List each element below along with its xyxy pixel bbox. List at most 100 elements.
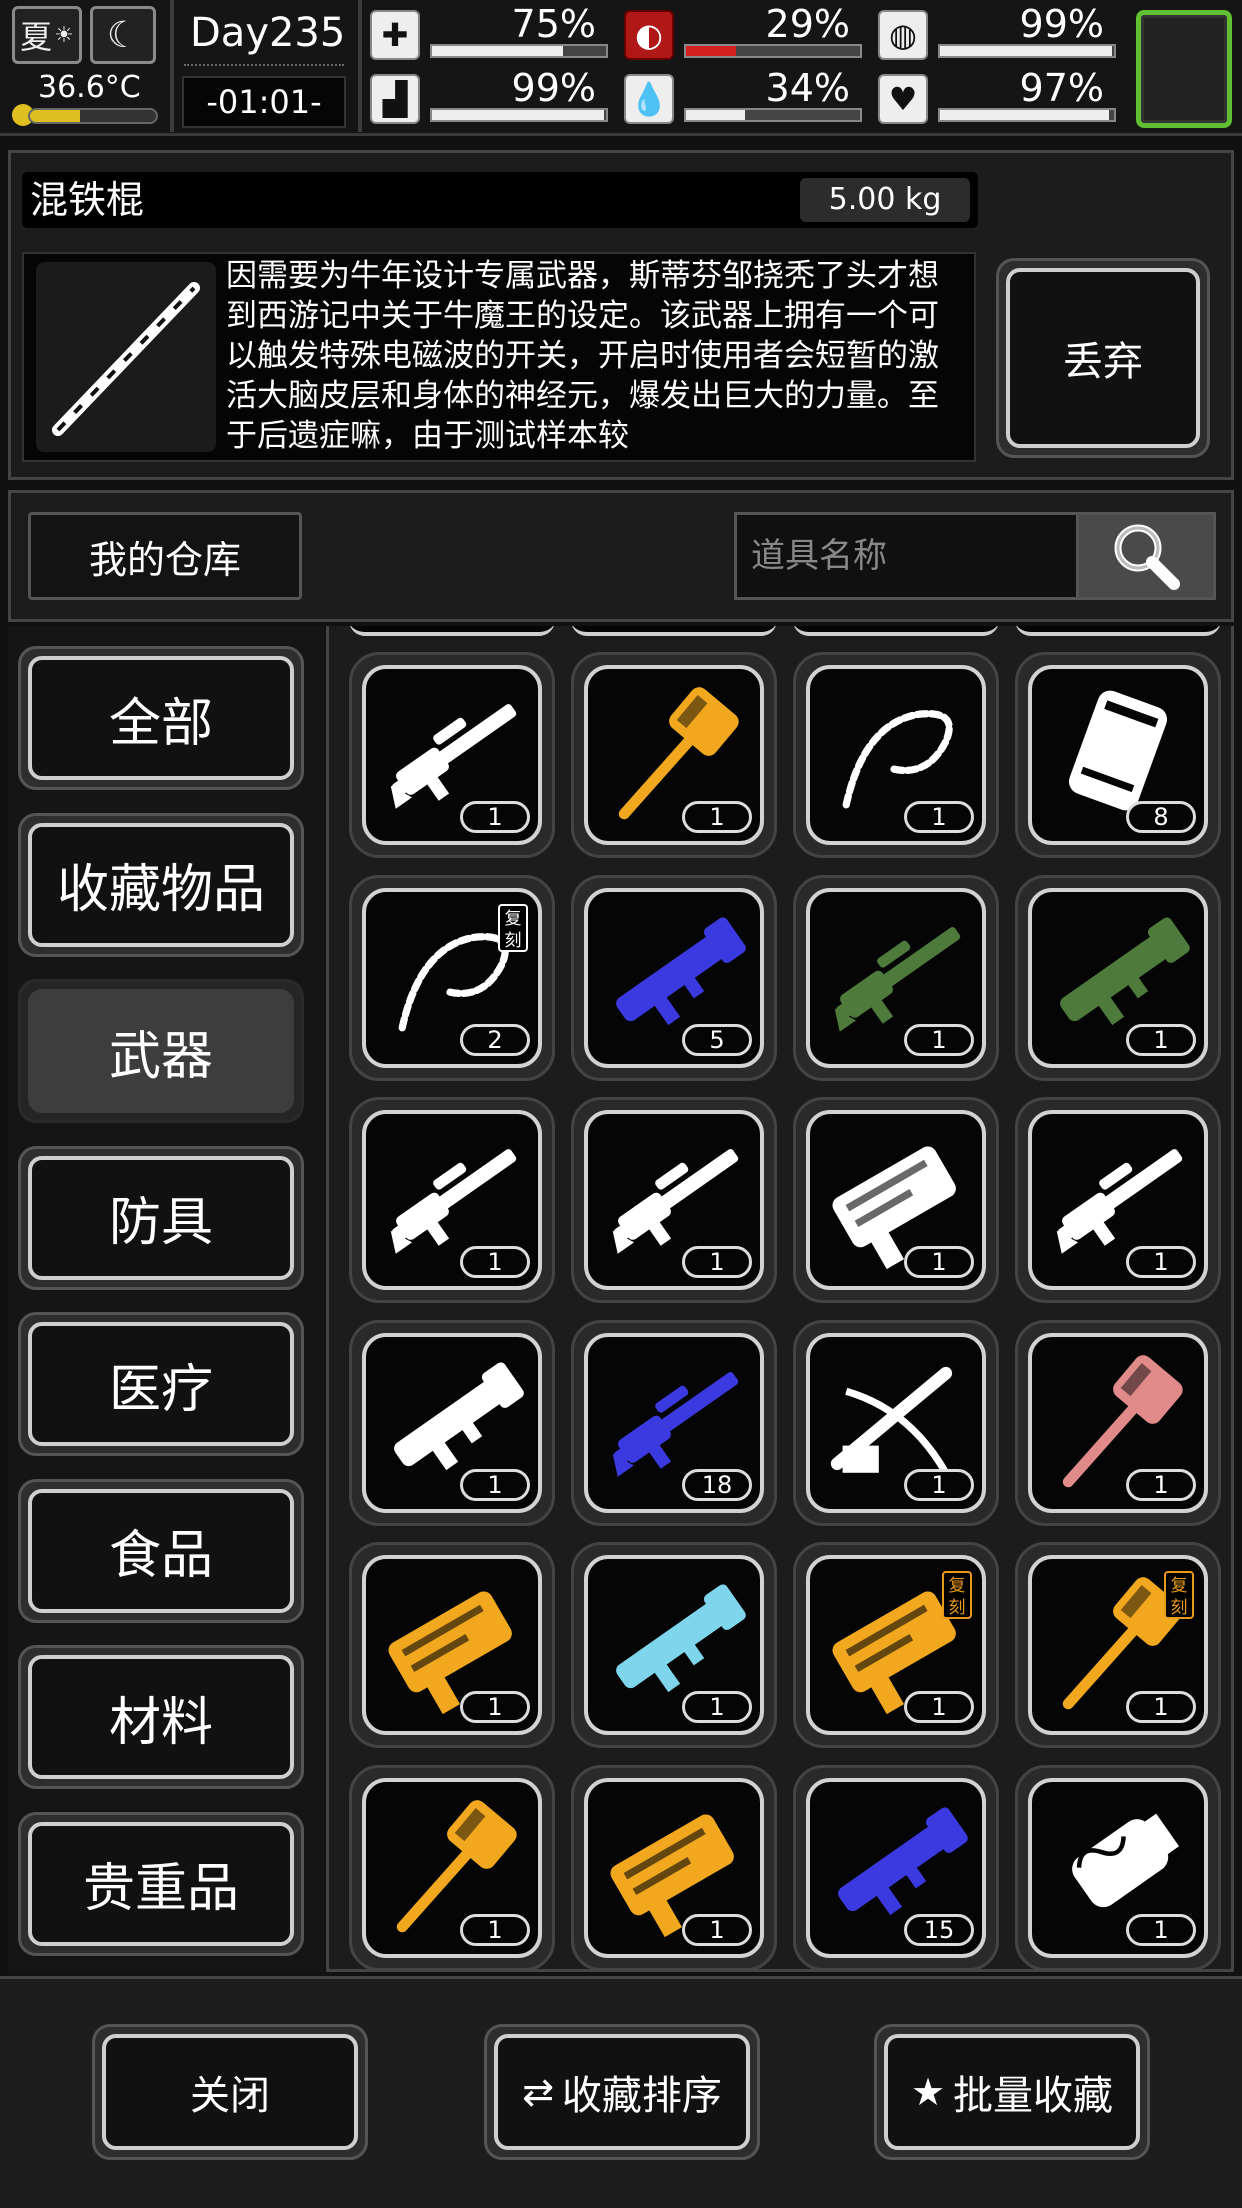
item-slot[interactable]: 1	[571, 652, 777, 858]
temperature-bar	[28, 108, 158, 124]
category-food[interactable]: 食品	[18, 1478, 304, 1623]
discard-button-label: 丢弃	[1006, 268, 1200, 448]
category-label: 全部	[28, 656, 294, 780]
item-count: 1	[460, 1913, 530, 1946]
stamina-bar-fill	[432, 110, 605, 120]
item-slot[interactable]: 1	[349, 652, 555, 858]
item-slot[interactable]: 1	[793, 652, 999, 858]
replica-badge: 复刻	[1164, 1571, 1194, 1619]
batch-favorite-button[interactable]: ★ 批量收藏	[874, 2024, 1150, 2160]
item-count: 1	[904, 1691, 974, 1723]
medkit-icon: ✚	[370, 10, 420, 60]
item-slot[interactable]: 复刻 2	[349, 874, 555, 1081]
heart-icon: ♥	[878, 74, 928, 124]
mood-bar-fill	[940, 110, 1109, 120]
item-count: 1	[904, 801, 974, 833]
sort-favorites-button[interactable]: ⇄ 收藏排序	[484, 2024, 760, 2160]
item-count: 1	[1126, 1246, 1196, 1278]
item-slot-partial[interactable]	[349, 626, 555, 636]
item-search-input[interactable]	[734, 512, 1078, 600]
item-count: 1	[682, 1913, 752, 1946]
item-slot-partial[interactable]	[571, 626, 777, 636]
item-name: 混铁棍	[30, 178, 145, 222]
item-count: 1	[460, 1246, 530, 1278]
item-slot[interactable]: 1	[349, 1764, 555, 1969]
category-all[interactable]: 全部	[18, 646, 304, 790]
category-medical[interactable]: 医疗	[18, 1312, 304, 1456]
category-armor[interactable]: 防具	[18, 1145, 304, 1290]
item-slot[interactable]: 1	[793, 874, 999, 1081]
item-count: 15	[904, 1913, 974, 1946]
item-count: 8	[1126, 801, 1196, 833]
stamina-bar	[430, 108, 608, 122]
item-count: 1	[904, 1246, 974, 1278]
item-slot[interactable]: 18	[571, 1319, 777, 1526]
iron-staff-icon	[36, 262, 216, 452]
item-slot[interactable]: 复刻 1	[1015, 1542, 1221, 1748]
item-count: 2	[460, 1023, 530, 1056]
item-slot[interactable]: 1	[571, 1097, 777, 1303]
boot-icon: ▟	[370, 74, 420, 124]
discard-button[interactable]: 丢弃	[996, 258, 1210, 458]
moon-icon: ☾	[90, 6, 156, 64]
item-slot[interactable]: 1	[1015, 1764, 1221, 1969]
mood-bar	[938, 108, 1116, 122]
item-slot[interactable]: 1	[793, 1319, 999, 1526]
item-weight: 5.00 kg	[800, 178, 970, 222]
status-effect-slot[interactable]	[1136, 10, 1232, 128]
stars-icon: ★	[910, 2070, 946, 2114]
item-count: 1	[682, 1246, 752, 1278]
hunger-bar-fill	[686, 46, 737, 56]
item-count: 1	[1126, 1913, 1196, 1946]
item-slot-partial[interactable]	[1015, 626, 1221, 636]
search-button[interactable]	[1076, 512, 1216, 600]
sanity-bar	[938, 44, 1116, 58]
item-count: 1	[682, 801, 752, 833]
item-slot[interactable]: 1	[349, 1319, 555, 1526]
mood-percent: 97%	[1019, 66, 1104, 110]
category-label: 武器	[28, 989, 294, 1113]
thirst-percent: 34%	[765, 66, 850, 110]
item-slot[interactable]: 复刻 1	[793, 1542, 999, 1748]
thirst-bar-fill	[686, 110, 746, 120]
item-count: 1	[904, 1023, 974, 1056]
close-button[interactable]: 关闭	[92, 2024, 368, 2160]
item-slot-partial[interactable]	[793, 626, 999, 636]
item-description: 因需要为牛年设计专属武器，斯蒂芬邹挠秃了头才想到西游记中关于牛魔王的设定。该武器…	[226, 258, 939, 454]
item-count: 1	[460, 1468, 530, 1501]
category-favorites[interactable]: 收藏物品	[18, 812, 304, 957]
sun-weather-icon: ☀	[54, 22, 74, 48]
thirst-bar	[684, 108, 862, 122]
category-valuables[interactable]: 贵重品	[18, 1811, 304, 1956]
health-bar-fill	[432, 46, 563, 56]
item-count: 1	[460, 1691, 530, 1723]
category-materials[interactable]: 材料	[18, 1645, 304, 1789]
item-slot[interactable]: 15	[793, 1764, 999, 1969]
temperature: 36.6°C	[38, 70, 141, 105]
item-slot[interactable]: 5	[571, 874, 777, 1081]
item-grid[interactable]: 1 1 1 8 复刻 2 5 1 1 1 1 1 1 1 18 1 1 1 1 复刻 1 复刻 1 1 1 15 1	[326, 626, 1234, 1972]
item-slot[interactable]: 8	[1015, 652, 1221, 858]
replica-badge: 复刻	[942, 1571, 972, 1619]
category-weapons[interactable]: 武器	[18, 979, 304, 1123]
item-slot[interactable]: 1	[349, 1097, 555, 1303]
item-count: 1	[1126, 1468, 1196, 1501]
item-slot[interactable]: 1	[1015, 1097, 1221, 1303]
item-count: 18	[682, 1468, 752, 1501]
item-slot[interactable]: 1	[571, 1764, 777, 1969]
season-badge: 夏 ☀	[12, 6, 82, 64]
my-warehouse-button[interactable]: 我的仓库	[28, 512, 302, 600]
item-slot[interactable]: 1	[1015, 1319, 1221, 1526]
item-count: 5	[682, 1023, 752, 1056]
item-count: 1	[904, 1468, 974, 1501]
divider	[170, 0, 174, 132]
replica-badge: 复刻	[498, 903, 528, 952]
health-percent: 75%	[511, 2, 596, 46]
category-label: 材料	[28, 1655, 294, 1779]
item-slot[interactable]: 1	[349, 1542, 555, 1748]
sanity-bar-fill	[940, 46, 1113, 56]
item-slot[interactable]: 1	[1015, 874, 1221, 1081]
item-count: 1	[1126, 1023, 1196, 1056]
item-slot[interactable]: 1	[571, 1542, 777, 1748]
item-slot[interactable]: 1	[793, 1097, 999, 1303]
